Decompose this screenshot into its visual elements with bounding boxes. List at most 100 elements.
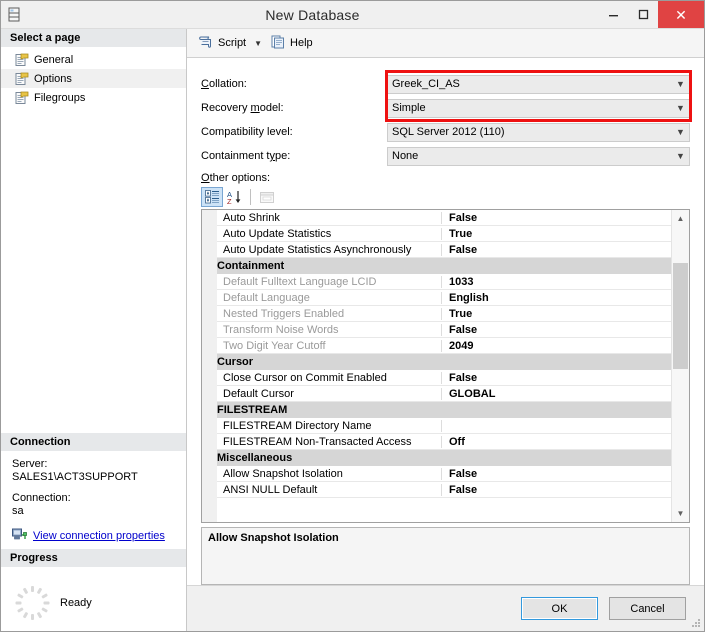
- property-value[interactable]: False: [442, 244, 671, 256]
- chevron-down-icon[interactable]: ▼: [672, 103, 689, 113]
- connection-label: Connection:: [12, 492, 71, 504]
- compatibility-level-value: SQL Server 2012 (110): [392, 126, 505, 138]
- main-pane: Script ▼ Help Collation: Greek_CI_AS ▼ R…: [187, 29, 704, 631]
- property-row[interactable]: Close Cursor on Commit Enabled False: [217, 370, 671, 386]
- property-category-name: Miscellaneous: [217, 451, 293, 464]
- title-bar: New Database ✕: [1, 1, 704, 29]
- compatibility-level-label: Compatibility level:: [201, 126, 293, 138]
- database-icon: [1, 1, 27, 28]
- chevron-up-icon[interactable]: ▲: [672, 210, 689, 227]
- property-pages-icon[interactable]: [256, 187, 278, 207]
- sidebar-item-filegroups[interactable]: Filegroups: [1, 88, 186, 107]
- close-button[interactable]: ✕: [658, 1, 704, 28]
- property-category-name: Containment: [217, 259, 285, 272]
- property-row[interactable]: Transform Noise Words False: [217, 322, 671, 338]
- recovery-model-label: Recovery model:: [201, 102, 284, 114]
- property-value[interactable]: False: [442, 324, 671, 336]
- sidebar-item-options[interactable]: Options: [1, 69, 186, 88]
- chevron-down-icon[interactable]: ▼: [672, 79, 689, 89]
- property-row[interactable]: Default Language English: [217, 290, 671, 306]
- property-row[interactable]: ANSI NULL Default False: [217, 482, 671, 498]
- page-icon: [15, 72, 29, 86]
- sidebar-item-general[interactable]: General: [1, 50, 186, 69]
- property-category-name: Cursor: [217, 355, 254, 368]
- script-label: Script: [218, 37, 247, 49]
- recovery-model-row: Recovery model: Simple ▼: [201, 96, 690, 120]
- property-name: Close Cursor on Commit Enabled: [217, 371, 442, 384]
- sidebar-item-label: General: [34, 53, 74, 66]
- collation-combobox[interactable]: Greek_CI_AS ▼: [387, 74, 690, 94]
- property-name: Auto Update Statistics Asynchronously: [217, 243, 442, 256]
- property-value[interactable]: GLOBAL: [442, 388, 671, 400]
- property-name: Auto Shrink: [217, 211, 442, 224]
- view-connection-properties-row[interactable]: View connection properties: [12, 528, 186, 544]
- script-button[interactable]: Script: [195, 33, 249, 54]
- scrollbar-track[interactable]: [672, 227, 689, 505]
- property-value[interactable]: 1033: [442, 276, 671, 288]
- property-category-row[interactable]: ◢Cursor: [217, 354, 671, 370]
- property-name: Transform Noise Words: [217, 323, 442, 336]
- property-value[interactable]: False: [442, 484, 671, 496]
- containment-type-combobox[interactable]: None ▼: [387, 146, 690, 166]
- property-name: FILESTREAM Non-Transacted Access: [217, 435, 442, 448]
- cancel-button[interactable]: Cancel: [609, 597, 686, 620]
- property-grid-gutter: [202, 210, 217, 522]
- property-name: Auto Update Statistics: [217, 227, 442, 240]
- property-row[interactable]: Default Fulltext Language LCID 1033: [217, 274, 671, 290]
- ok-button[interactable]: OK: [521, 597, 598, 620]
- progress-spinner-icon: [15, 586, 49, 620]
- property-category-row[interactable]: ◢Containment: [217, 258, 671, 274]
- property-value[interactable]: 2049: [442, 340, 671, 352]
- property-value[interactable]: Off: [442, 436, 671, 448]
- property-grid-scrollbar[interactable]: ▲ ▼: [671, 210, 689, 522]
- recovery-model-value: Simple: [392, 102, 426, 114]
- property-row[interactable]: Auto Update Statistics Asynchronously Fal…: [217, 242, 671, 258]
- compatibility-level-combobox[interactable]: SQL Server 2012 (110) ▼: [387, 122, 690, 142]
- property-grid[interactable]: Auto Shrink False Auto Update Statistics Tr…: [201, 209, 690, 523]
- property-value[interactable]: True: [442, 228, 671, 240]
- property-value[interactable]: True: [442, 308, 671, 320]
- minimize-button[interactable]: [598, 1, 628, 28]
- property-row[interactable]: Two Digit Year Cutoff 2049: [217, 338, 671, 354]
- resize-grip[interactable]: [691, 618, 701, 628]
- maximize-button[interactable]: [628, 1, 658, 28]
- description-panel: Allow Snapshot Isolation: [201, 527, 690, 585]
- property-row[interactable]: FILESTREAM Non-Transacted Access Off: [217, 434, 671, 450]
- property-row[interactable]: Default Cursor GLOBAL: [217, 386, 671, 402]
- svg-text:Z: Z: [227, 197, 232, 205]
- collation-value: Greek_CI_AS: [392, 78, 460, 90]
- property-row[interactable]: Allow Snapshot Isolation False: [217, 466, 671, 482]
- property-value[interactable]: English: [442, 292, 671, 304]
- connection-properties-icon: [12, 528, 27, 544]
- property-value[interactable]: False: [442, 468, 671, 480]
- property-name: Two Digit Year Cutoff: [217, 339, 442, 352]
- property-value[interactable]: False: [442, 212, 671, 224]
- chevron-down-icon[interactable]: ▼: [672, 127, 689, 137]
- property-row[interactable]: Nested Triggers Enabled True: [217, 306, 671, 322]
- property-row[interactable]: Auto Shrink False: [217, 210, 671, 226]
- recovery-model-combobox[interactable]: Simple ▼: [387, 98, 690, 118]
- property-value[interactable]: False: [442, 372, 671, 384]
- property-category-row[interactable]: ◢FILESTREAM: [217, 402, 671, 418]
- sidebar-spacer: [1, 107, 186, 432]
- scrollbar-thumb[interactable]: [673, 263, 688, 369]
- alphabetical-sort-icon[interactable]: A Z: [223, 187, 245, 207]
- help-button[interactable]: Help: [268, 33, 316, 54]
- property-row[interactable]: FILESTREAM Directory Name: [217, 418, 671, 434]
- chevron-down-icon[interactable]: ▼: [254, 39, 262, 48]
- property-row[interactable]: Auto Update Statistics True: [217, 226, 671, 242]
- chevron-down-icon[interactable]: ▼: [672, 505, 689, 522]
- compatibility-level-row: Compatibility level: SQL Server 2012 (11…: [201, 120, 690, 144]
- categorized-view-icon[interactable]: [201, 187, 223, 207]
- property-category-row[interactable]: ◢Miscellaneous: [217, 450, 671, 466]
- server-label: Server:: [12, 458, 48, 470]
- property-name: ANSI NULL Default: [217, 483, 442, 496]
- dialog-footer: OK Cancel: [187, 585, 704, 631]
- script-icon: [198, 35, 213, 52]
- containment-type-label: Containment type:: [201, 150, 291, 162]
- chevron-down-icon[interactable]: ▼: [672, 151, 689, 161]
- collation-label: Collation:: [201, 78, 247, 90]
- page-icon: [15, 53, 29, 67]
- view-connection-properties-link[interactable]: View connection properties: [33, 530, 165, 542]
- progress-header: Progress: [1, 548, 186, 567]
